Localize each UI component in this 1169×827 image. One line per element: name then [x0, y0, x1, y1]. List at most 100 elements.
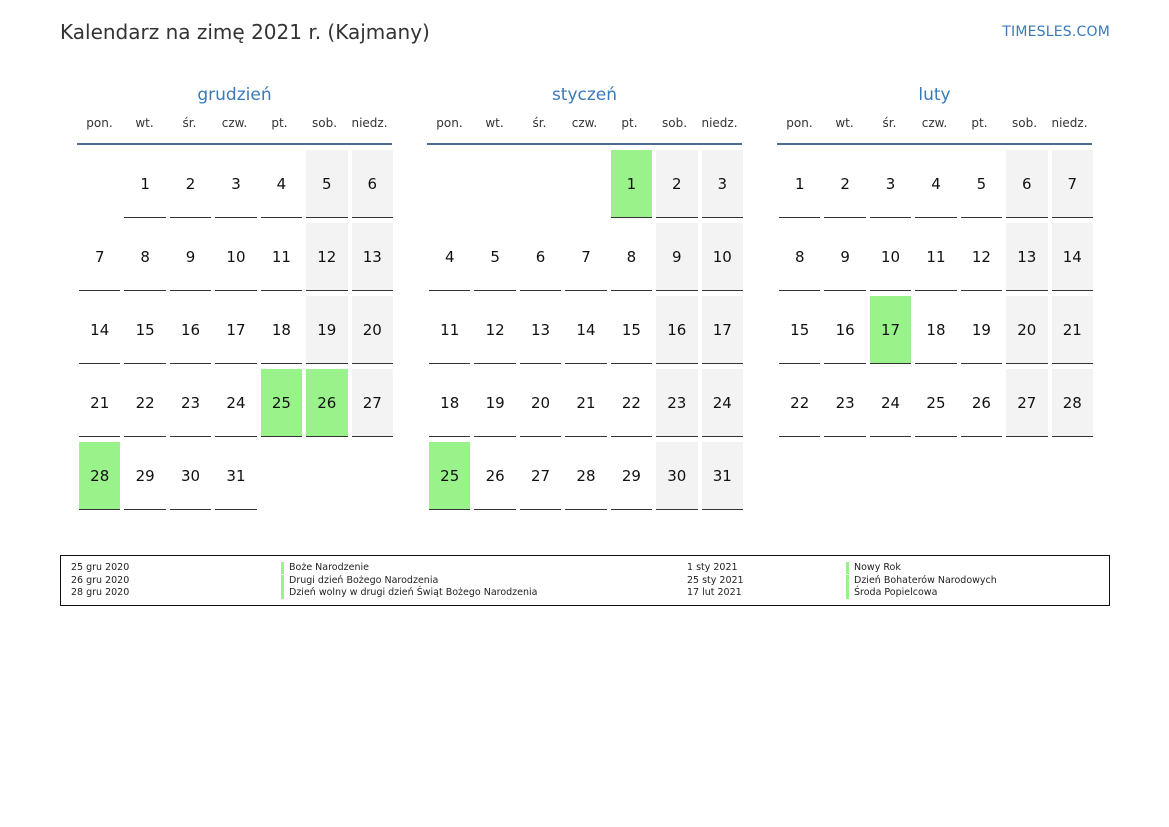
- day-grid: 1 2 3 4 5 6 7 8 9 10 11 12 13 14 15 16 17 18 19 20 21 22 23 24 2…: [777, 150, 1095, 442]
- day-cell: 10: [868, 223, 913, 296]
- day-number: 30: [169, 442, 212, 510]
- weekday-label: niedz.: [1051, 116, 1088, 130]
- day-number: 7: [79, 223, 121, 291]
- day-cell: 3: [868, 150, 913, 223]
- day-number: 31: [701, 442, 743, 510]
- day-cell: 27: [350, 369, 395, 442]
- day-cell: 4: [259, 150, 304, 223]
- day-cell: 3: [700, 150, 745, 223]
- day-number: 26: [306, 369, 348, 437]
- day-cell: 22: [777, 369, 822, 442]
- day-cell: 2: [654, 150, 699, 223]
- day-cell: 2: [168, 150, 213, 223]
- day-number: 28: [79, 442, 121, 510]
- day-number: 12: [306, 223, 348, 291]
- day-number: 22: [124, 369, 166, 437]
- day-cell: 11: [427, 296, 472, 369]
- day-cell: 23: [654, 369, 699, 442]
- day-number: 16: [824, 296, 866, 364]
- day-number: 20: [351, 296, 393, 364]
- day-number: 15: [124, 296, 166, 364]
- day-number: 12: [960, 223, 1003, 291]
- day-cell: 18: [913, 296, 958, 369]
- weekday-label: pon.: [786, 116, 813, 130]
- day-number: 16: [656, 296, 698, 364]
- day-cell: 28: [563, 442, 608, 515]
- day-number: 3: [215, 150, 257, 218]
- day-number: 2: [169, 150, 212, 218]
- weekday-label: wt.: [485, 116, 504, 130]
- weekday-label: pon.: [436, 116, 463, 130]
- day-number: 29: [610, 442, 653, 510]
- weekday-label: czw.: [221, 116, 248, 130]
- weekday-label: śr.: [182, 116, 197, 130]
- weekday-label: pt.: [971, 116, 988, 130]
- site-link[interactable]: TIMESLES.COM: [1002, 24, 1110, 40]
- day-cell: 7: [563, 223, 608, 296]
- day-cell: 15: [609, 296, 654, 369]
- day-cell: 4: [913, 150, 958, 223]
- weekday-label: sob.: [661, 116, 688, 130]
- day-cell: 6: [350, 150, 395, 223]
- day-number: 19: [306, 296, 348, 364]
- day-number: 21: [1051, 296, 1093, 364]
- day-cell: 30: [654, 442, 699, 515]
- day-cell: 13: [518, 296, 563, 369]
- day-cell: 18: [427, 369, 472, 442]
- day-cell: 22: [122, 369, 167, 442]
- day-number: 24: [215, 369, 257, 437]
- legend-date: 25 sty 2021: [687, 574, 744, 586]
- day-number: 9: [169, 223, 212, 291]
- day-cell: 8: [122, 223, 167, 296]
- holiday-legend: 25 gru 2020 Boże Narodzenie 26 gru 2020 Dru…: [60, 555, 1110, 606]
- day-cell: 8: [609, 223, 654, 296]
- day-cell: 7: [1050, 150, 1095, 223]
- day-number: 22: [610, 369, 653, 437]
- day-cell: 18: [259, 296, 304, 369]
- empty-cell: [77, 150, 122, 223]
- weekday-label: czw.: [921, 116, 948, 130]
- day-number: 28: [1051, 369, 1093, 437]
- day-number: 6: [351, 150, 393, 218]
- day-cell: 21: [1050, 296, 1095, 369]
- day-number: 1: [124, 150, 166, 218]
- day-number: 13: [519, 296, 562, 364]
- empty-cell: [427, 150, 472, 223]
- day-cell: 14: [1050, 223, 1095, 296]
- day-cell: 7: [77, 223, 122, 296]
- day-number: 2: [824, 150, 866, 218]
- weekday-label: czw.: [571, 116, 598, 130]
- day-cell: 1: [122, 150, 167, 223]
- day-number: 14: [79, 296, 121, 364]
- day-number: 1: [610, 150, 653, 218]
- day-cell: 24: [868, 369, 913, 442]
- legend-row: 1 sty 2021 Nowy Rok: [61, 562, 1109, 574]
- day-cell: 20: [350, 296, 395, 369]
- day-number: 23: [824, 369, 866, 437]
- day-cell: 14: [563, 296, 608, 369]
- day-cell: 1: [777, 150, 822, 223]
- day-number: 27: [1006, 369, 1048, 437]
- day-cell: 5: [959, 150, 1004, 223]
- day-cell: 16: [822, 296, 867, 369]
- day-number: 13: [1006, 223, 1048, 291]
- weekday-label: pon.: [86, 116, 113, 130]
- empty-cell: [472, 150, 517, 223]
- day-cell: 12: [959, 223, 1004, 296]
- weekday-label: wt.: [135, 116, 154, 130]
- day-number: 16: [169, 296, 212, 364]
- day-number: 6: [1006, 150, 1048, 218]
- day-number: 4: [429, 223, 471, 291]
- day-number: 24: [869, 369, 912, 437]
- day-number: 17: [215, 296, 257, 364]
- day-cell: 3: [213, 150, 258, 223]
- day-number: 1: [779, 150, 821, 218]
- day-number: 19: [474, 369, 516, 437]
- month-name: grudzień: [197, 85, 272, 105]
- day-number: 27: [351, 369, 393, 437]
- day-cell: 26: [472, 442, 517, 515]
- day-cell: 17: [213, 296, 258, 369]
- day-cell: 9: [168, 223, 213, 296]
- day-cell: 27: [1004, 369, 1049, 442]
- day-number: 30: [656, 442, 698, 510]
